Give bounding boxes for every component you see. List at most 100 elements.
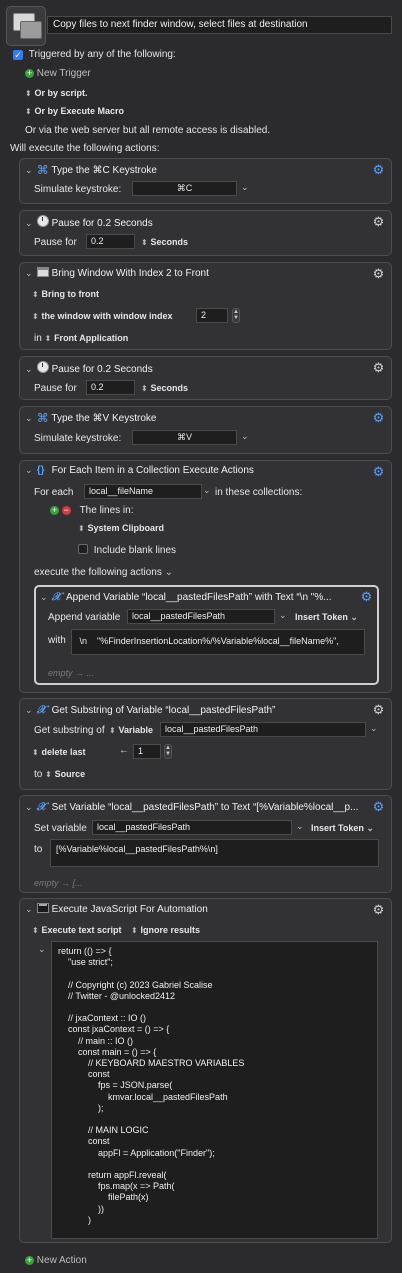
gear-icon[interactable]: ⚙ (372, 903, 385, 916)
disclosure-icon[interactable]: ⌄ (25, 705, 34, 716)
gear-icon[interactable]: ⚙ (372, 465, 385, 478)
results-popup[interactable]: ⬍ Ignore results (131, 925, 200, 936)
window-selector-popup[interactable]: ⬍ the window with window index (32, 311, 172, 322)
gear-icon[interactable]: ⚙ (372, 800, 385, 813)
chevron-down-icon[interactable]: ⌄ (241, 431, 249, 442)
disclosure-icon[interactable]: ⌄ (25, 218, 34, 229)
pause-unit-popup[interactable]: ⬍ Seconds (141, 383, 188, 394)
chevron-down-icon[interactable]: ⌄ (279, 610, 287, 621)
action-execute-jxa[interactable]: ⌄ Execute JavaScript For Automation ⚙ ⬍ … (19, 898, 392, 1243)
disclosure-icon[interactable]: ⌄ (25, 268, 34, 279)
action-title: Pause for 0.2 Seconds (51, 218, 153, 229)
gear-icon[interactable]: ⚙ (372, 703, 385, 716)
gear-icon[interactable]: ⚙ (372, 361, 385, 374)
set-variable-text-area[interactable]: [%Variable%local__pastedFilesPath%\n] (50, 839, 379, 867)
keystroke-field[interactable]: ⌘C (132, 181, 237, 196)
disclosure-icon[interactable]: ⌄ (25, 413, 34, 424)
add-icon: + (25, 68, 34, 78)
disclosure-icon[interactable]: ⌄ (40, 592, 49, 603)
code-line: fps = JSON.parse( (58, 1080, 173, 1091)
gear-icon[interactable]: ⚙ (372, 215, 385, 228)
disclosure-icon[interactable]: ⌄ (25, 364, 34, 375)
bring-mode-popup[interactable]: ⬍ Bring to front (32, 289, 99, 300)
window-index-field[interactable]: 2 (196, 308, 228, 323)
or-by-execute-macro-popup[interactable]: ⬍ Or by Execute Macro (25, 106, 124, 117)
substring-variable-field[interactable]: local__pastedFilesPath (160, 722, 366, 737)
gear-icon[interactable]: ⚙ (372, 411, 385, 424)
sub-action-append-variable[interactable]: ⌄ 𝒳 Append Variable “local__pastedFilesP… (34, 585, 379, 685)
action-bring-window[interactable]: ⌄ Bring Window With Index 2 to Front ⚙ ⬍… (19, 262, 392, 350)
execute-mode-popup[interactable]: ⬍ Execute text script (32, 925, 122, 936)
updown-icon: ⬍ (32, 748, 39, 757)
in-collections-label: in these collections: (215, 487, 303, 498)
delete-count-field[interactable]: 1 (133, 744, 161, 759)
insert-token-menu[interactable]: Insert Token ⌄ (295, 612, 358, 623)
in-app-row[interactable]: in ⬍ Front Application (34, 333, 128, 344)
new-action-button[interactable]: + New Action (25, 1255, 87, 1266)
count-stepper[interactable]: ▲ ▼ (164, 744, 172, 759)
disclosure-icon[interactable]: ⌄ (25, 165, 34, 176)
code-line: const jxaContext = () => { (58, 1024, 170, 1035)
or-by-script-popup[interactable]: ⬍ Or by script. (25, 88, 88, 99)
web-server-note: Or via the web server but all remote acc… (25, 125, 271, 136)
add-icon[interactable]: + (50, 506, 59, 515)
pause-value-field[interactable]: 0.2 (86, 234, 135, 249)
pause-unit-popup[interactable]: ⬍ Seconds (141, 237, 188, 248)
disclosure-icon[interactable]: ⌄ (25, 465, 34, 476)
destination-row[interactable]: to ⬍ Source (34, 769, 85, 780)
triggered-checkbox[interactable]: ✓ (13, 50, 23, 60)
chevron-down-icon[interactable]: ⌄ (370, 723, 378, 734)
script-text-area[interactable]: return (() => { "use strict"; // Copyrig… (51, 941, 378, 1239)
chevron-down-icon[interactable]: ⌄ (241, 182, 249, 193)
append-variable-field[interactable]: local__pastedFilesPath (127, 609, 275, 624)
gear-icon[interactable]: ⚙ (372, 267, 385, 280)
action-title: Get Substring of Variable “local__pasted… (51, 705, 276, 716)
include-blank-row[interactable]: Include blank lines (78, 544, 176, 556)
disclosure-icon[interactable]: ⌄ (25, 904, 34, 915)
remove-icon[interactable]: − (61, 506, 71, 515)
command-key-icon: ⌘ (36, 411, 49, 425)
triggered-label: Triggered by any of the following: (28, 49, 176, 60)
action-title: Bring Window With Index 2 to Front (51, 268, 209, 279)
gear-icon[interactable]: ⚙ (360, 590, 373, 603)
index-stepper[interactable]: ▲ ▼ (232, 308, 240, 323)
pause-value-field[interactable]: 0.2 (86, 380, 135, 395)
new-trigger-button[interactable]: + New Trigger (25, 68, 91, 79)
source-popup[interactable]: ⬍ System Clipboard (78, 523, 164, 534)
variable-x-icon: 𝒳 (51, 590, 62, 603)
execute-following-popup[interactable]: execute the following actions ⌄ (34, 567, 173, 578)
clock-icon (36, 215, 49, 227)
action-title: Execute JavaScript For Automation (51, 904, 208, 915)
chevron-down-icon[interactable]: ⌄ (296, 821, 304, 832)
code-line: ) (58, 1214, 92, 1225)
macro-name-field[interactable]: Copy files to next finder window, select… (47, 16, 392, 34)
for-each-variable-field[interactable]: local__fileName (84, 484, 202, 499)
action-for-each[interactable]: ⌄ {} For Each Item in a Collection Execu… (19, 460, 392, 693)
action-type-keystroke-v[interactable]: ⌄ ⌘ Type the ⌘V Keystroke ⚙ Simulate key… (19, 406, 392, 454)
action-pause-1[interactable]: ⌄ Pause for 0.2 Seconds ⚙ Pause for 0.2 … (19, 210, 392, 256)
chevron-down-icon[interactable]: ⌄ (203, 485, 211, 496)
with-label: with (48, 635, 66, 646)
code-line: // Copyright (c) 2023 Gabriel Scalise (58, 979, 213, 990)
gear-icon[interactable]: ⚙ (372, 163, 385, 176)
set-variable-field[interactable]: local__pastedFilesPath (92, 820, 292, 835)
script-disclosure-icon[interactable]: ⌄ (38, 944, 46, 955)
keystroke-field[interactable]: ⌘V (132, 430, 237, 445)
action-get-substring[interactable]: ⌄ 𝒳 Get Substring of Variable “local__pa… (19, 698, 392, 790)
will-execute-label: Will execute the following actions: (10, 143, 160, 154)
code-line: // jxaContext :: IO () (58, 1013, 147, 1024)
delete-last-popup[interactable]: ⬍ delete last (32, 747, 86, 758)
triggered-row[interactable]: ✓ Triggered by any of the following: (13, 49, 176, 60)
action-pause-2[interactable]: ⌄ Pause for 0.2 Seconds ⚙ Pause for 0.2 … (19, 356, 392, 400)
disclosure-icon[interactable]: ⌄ (25, 802, 34, 813)
append-text-area[interactable]: \n "%FinderInsertionLocation%/%Variable%… (71, 629, 365, 655)
include-blank-checkbox[interactable] (78, 544, 88, 554)
insert-token-menu[interactable]: Insert Token ⌄ (311, 823, 374, 834)
action-type-keystroke-c[interactable]: ⌄ ⌘ Type the ⌘C Keystroke ⚙ Simulate key… (19, 158, 392, 204)
var-kind-popup[interactable]: ⬍ Variable (109, 725, 153, 736)
updown-icon: ⬍ (25, 107, 32, 116)
action-set-variable[interactable]: ⌄ 𝒳 Set Variable “local__pastedFilesPath… (19, 795, 392, 893)
